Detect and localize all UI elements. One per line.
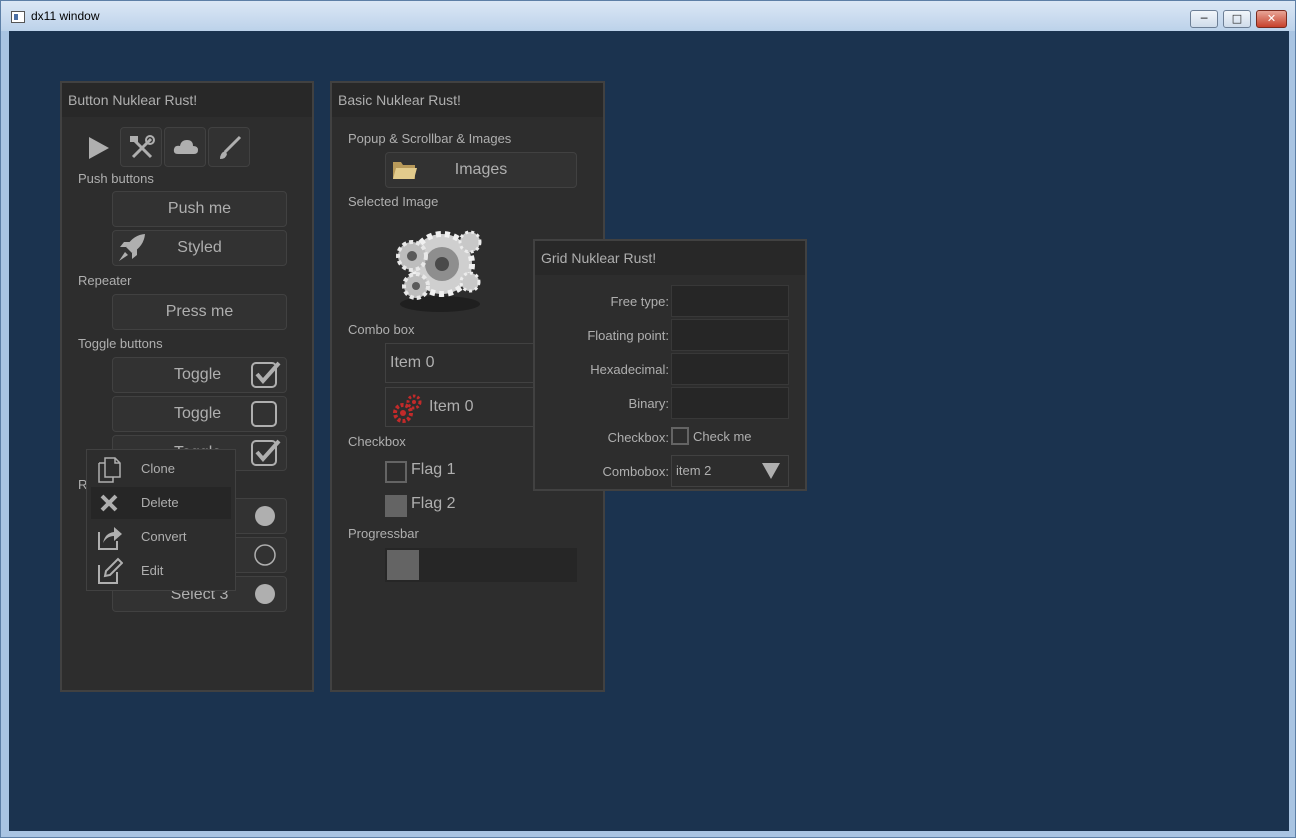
flag-1-label: Flag 1 (411, 461, 456, 478)
toggle-buttons-label: Toggle buttons (78, 336, 163, 351)
convert-icon (98, 527, 122, 550)
images-button[interactable]: Images (385, 152, 577, 188)
hexadecimal-label: Hexadecimal: (590, 362, 669, 377)
grid-panel-title[interactable]: Grid Nuklear Rust! (535, 241, 805, 275)
delete-icon (100, 494, 118, 512)
toggle-label: Toggle (174, 405, 222, 422)
toggle-label: Toggle (174, 366, 222, 383)
red-gears-icon (393, 394, 422, 423)
progressbar-fill (387, 550, 419, 580)
close-icon: ✕ (1266, 12, 1277, 25)
cloud-button[interactable] (164, 127, 206, 167)
floating-point-input[interactable] (671, 319, 789, 351)
binary-label: Binary: (628, 396, 669, 411)
grid-combobox[interactable]: item 2 (671, 455, 789, 487)
combo-box-label: Combo box (348, 322, 415, 337)
radio-filled-icon (255, 584, 275, 604)
combobox-label: Combobox: (602, 464, 669, 479)
combo-box-1[interactable]: Item 0 (385, 343, 545, 383)
clone-icon (98, 457, 121, 483)
cloud-icon (173, 140, 198, 154)
window-app-icon (11, 11, 25, 23)
minimize-icon: ─ (1200, 12, 1208, 25)
progressbar-label: Progressbar (348, 526, 419, 541)
context-menu: Clone Delete Convert Edit (86, 449, 236, 591)
button-panel: Button Nuklear Rust! Push buttons Push m… (60, 81, 314, 692)
clone-label: Clone (141, 461, 175, 476)
folder-icon (393, 162, 417, 179)
brush-icon (220, 135, 242, 159)
press-me-button[interactable]: Press me (112, 294, 287, 330)
styled-label: Styled (177, 239, 222, 256)
images-label: Images (454, 161, 508, 178)
flag-2-box (385, 495, 407, 517)
checked-icon (251, 361, 281, 388)
checked-icon (251, 439, 281, 466)
combo-2-value: Item 0 (429, 398, 474, 415)
context-item-clone[interactable]: Clone (91, 453, 231, 485)
render-surface: Button Nuklear Rust! Push buttons Push m… (9, 31, 1289, 831)
repeater-label: Repeater (78, 273, 132, 288)
grid-panel: Grid Nuklear Rust! Free type: Floating p… (533, 239, 807, 491)
context-item-delete[interactable]: Delete (91, 487, 231, 519)
convert-label: Convert (141, 529, 187, 544)
check-me-label: Check me (693, 429, 752, 444)
rocket-icon (119, 234, 145, 261)
check-me-checkbox[interactable]: Check me (671, 426, 789, 448)
title-bar[interactable]: dx11 window ─ □ ✕ (1, 1, 1295, 31)
play-button[interactable] (76, 127, 118, 167)
context-item-edit[interactable]: Edit (91, 555, 231, 587)
brush-button[interactable] (208, 127, 250, 167)
combo-1-value: Item 0 (390, 354, 435, 371)
app-window: dx11 window ─ □ ✕ Button Nuklear Rust! P… (0, 0, 1296, 838)
close-button[interactable]: ✕ (1256, 10, 1287, 28)
context-item-convert[interactable]: Convert (91, 521, 231, 553)
maximize-button[interactable]: □ (1223, 10, 1251, 28)
binary-input[interactable] (671, 387, 789, 419)
styled-button[interactable]: Styled (112, 230, 287, 266)
chevron-down-icon (762, 463, 780, 479)
radio-filled-icon (255, 506, 275, 526)
flag-1-box (385, 461, 407, 483)
window-title: dx11 window (31, 9, 100, 23)
tools-icon (130, 135, 155, 159)
flag-2-label: Flag 2 (411, 495, 456, 512)
tools-button[interactable] (120, 127, 162, 167)
button-panel-title[interactable]: Button Nuklear Rust! (62, 83, 312, 117)
unchecked-icon (251, 401, 277, 427)
free-type-input[interactable] (671, 285, 789, 317)
basic-panel-title[interactable]: Basic Nuklear Rust! (332, 83, 603, 117)
maximize-icon: □ (1231, 12, 1243, 25)
free-type-label: Free type: (610, 294, 669, 309)
flag-1-checkbox[interactable]: Flag 1 (385, 459, 505, 485)
gears-image (396, 230, 482, 312)
push-buttons-label: Push buttons (78, 171, 154, 186)
edit-icon (98, 557, 123, 584)
delete-label: Delete (141, 495, 179, 510)
grid-checkbox-label: Checkbox: (607, 430, 669, 445)
minimize-button[interactable]: ─ (1190, 10, 1218, 28)
play-icon (89, 137, 109, 159)
check-me-box (671, 427, 689, 445)
push-me-button[interactable]: Push me (112, 191, 287, 227)
flag-2-checkbox[interactable]: Flag 2 (385, 493, 505, 519)
toggle-button-1[interactable]: Toggle (112, 357, 287, 393)
floating-point-label: Floating point: (587, 328, 669, 343)
progressbar[interactable] (385, 548, 577, 582)
hexadecimal-input[interactable] (671, 353, 789, 385)
combo-box-2[interactable]: Item 0 (385, 387, 545, 427)
radio-empty-icon (254, 544, 276, 566)
selected-image-label: Selected Image (348, 194, 439, 209)
edit-label: Edit (141, 563, 164, 578)
toggle-button-2[interactable]: Toggle (112, 396, 287, 432)
checkbox-label: Checkbox (348, 434, 406, 449)
popup-scrollbar-images-label: Popup & Scrollbar & Images (348, 131, 512, 146)
combobox-value: item 2 (676, 463, 712, 478)
